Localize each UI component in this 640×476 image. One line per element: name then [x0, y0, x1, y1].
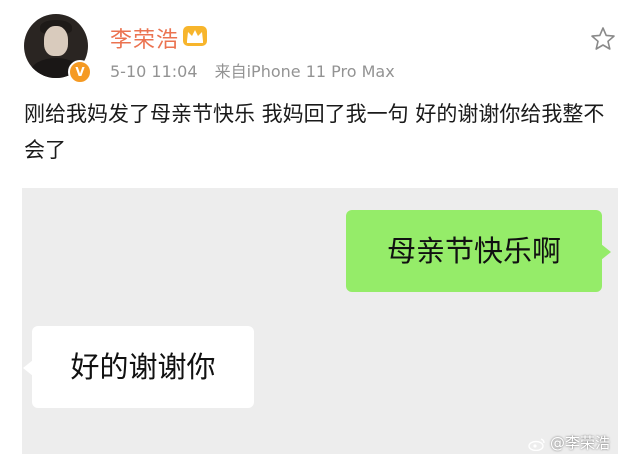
chat-screenshot: 母亲节快乐啊 好的谢谢你: [22, 188, 618, 454]
crown-icon: [183, 26, 207, 46]
watermark: @李荣浩: [528, 432, 610, 453]
verified-badge-icon: V: [68, 60, 92, 84]
post-header: V 李荣浩 5-10 11:04 来自iPhone 11 Pro Max: [0, 0, 640, 96]
received-message-bubble: 好的谢谢你: [23, 326, 254, 408]
watermark-text: @李荣浩: [550, 434, 611, 452]
received-message-text: 好的谢谢你: [70, 349, 216, 384]
post-meta: 5-10 11:04 来自iPhone 11 Pro Max: [110, 58, 395, 82]
weibo-logo-icon: [528, 437, 545, 451]
username[interactable]: 李荣浩: [110, 22, 179, 54]
post-text: 刚给我妈发了母亲节快乐 我妈回了我一句 好的谢谢你给我整不会了: [24, 102, 605, 162]
sent-message-bubble: 母亲节快乐啊: [346, 210, 611, 292]
avatar[interactable]: V: [24, 14, 92, 84]
star-icon[interactable]: [590, 26, 616, 52]
sent-message-text: 母亲节快乐啊: [386, 233, 561, 268]
post-date: 5-10 11:04: [110, 62, 198, 81]
post-source[interactable]: 来自iPhone 11 Pro Max: [215, 62, 395, 81]
